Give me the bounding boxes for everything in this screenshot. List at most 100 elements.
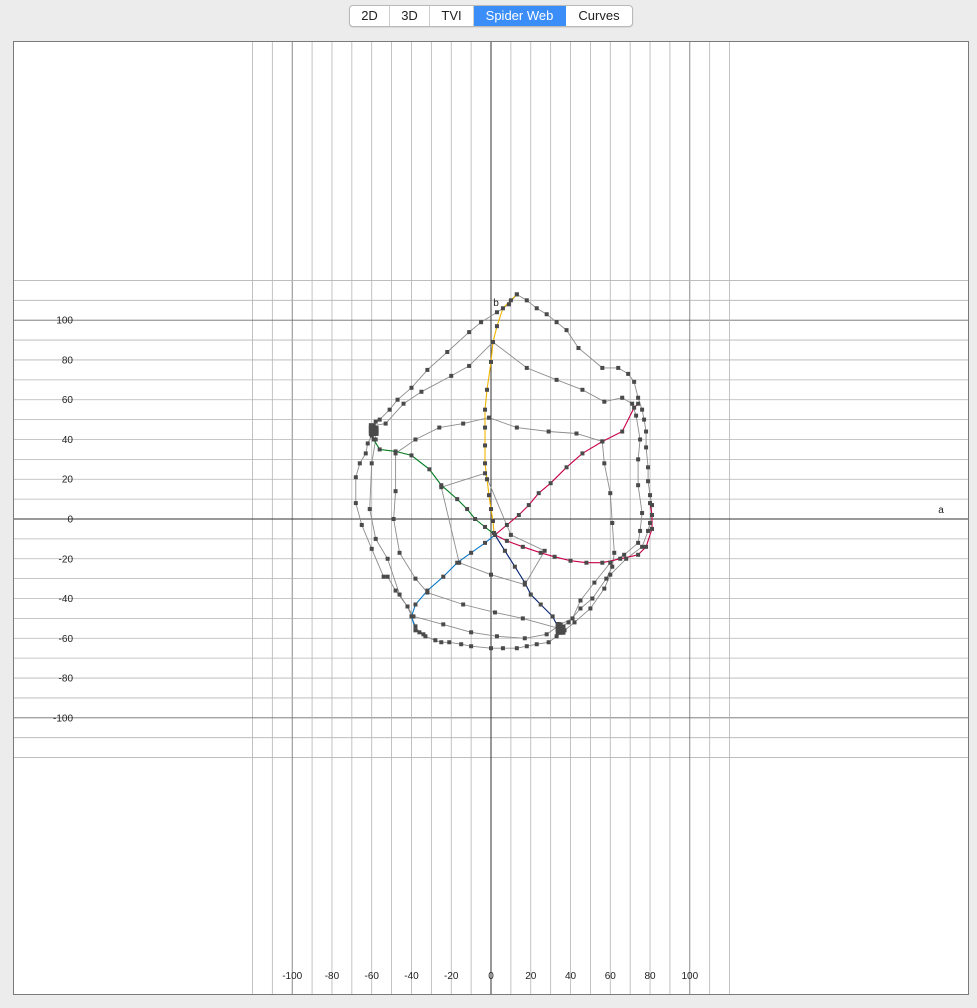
data-point	[461, 421, 466, 426]
data-point	[544, 632, 549, 637]
data-point	[425, 367, 430, 372]
data-point	[574, 431, 579, 436]
data-point	[636, 540, 641, 545]
data-point	[570, 616, 575, 621]
data-point	[564, 465, 569, 470]
data-point	[554, 377, 559, 382]
data-point	[514, 292, 519, 297]
data-point	[483, 461, 488, 466]
data-point	[644, 544, 649, 549]
data-point	[534, 306, 539, 311]
data-point	[600, 439, 605, 444]
data-point	[367, 507, 372, 512]
data-point	[504, 538, 509, 543]
data-point	[640, 544, 645, 549]
data-point	[566, 620, 571, 625]
y-tick-label: 0	[67, 515, 73, 526]
data-point	[580, 451, 585, 456]
data-point	[548, 481, 553, 486]
data-point	[413, 576, 418, 581]
data-point	[465, 507, 470, 512]
data-point	[459, 642, 464, 647]
x-tick-label: -80	[325, 971, 340, 982]
data-point	[449, 373, 454, 378]
data-point	[608, 572, 613, 577]
data-point	[425, 588, 430, 593]
data-point	[359, 522, 364, 527]
data-point	[353, 475, 358, 480]
data-point	[604, 576, 609, 581]
data-point	[445, 350, 450, 355]
data-point	[602, 586, 607, 591]
data-point	[536, 491, 541, 496]
spider-web-chart: -100 -80 -60 -40 -20 0 20 40 60 80 100 100 80 60 40 20 0…	[14, 42, 968, 994]
data-point	[483, 524, 488, 529]
data-point	[612, 550, 617, 555]
data-point	[489, 359, 493, 364]
data-point	[469, 644, 474, 649]
data-point	[417, 630, 422, 635]
y-tick-label: 20	[62, 475, 74, 486]
data-point	[512, 564, 517, 569]
data-point	[516, 513, 521, 518]
data-point	[461, 602, 466, 607]
tab-3d[interactable]: 3D	[390, 6, 430, 26]
data-point	[369, 461, 374, 466]
data-point	[636, 457, 641, 462]
data-point	[385, 574, 390, 579]
tab-spider-web[interactable]: Spider Web	[474, 6, 566, 26]
data-point	[580, 387, 585, 392]
data-point	[483, 425, 488, 430]
axes	[14, 42, 968, 994]
data-point	[483, 471, 488, 476]
data-point	[433, 638, 438, 643]
tab-tvi[interactable]: TVI	[430, 6, 474, 26]
data-point	[373, 536, 378, 541]
data-point	[485, 387, 490, 392]
data-point	[618, 556, 623, 561]
data-point	[538, 602, 543, 607]
data-point	[455, 497, 460, 502]
tab-curves[interactable]: Curves	[566, 6, 632, 26]
data-point	[467, 330, 472, 335]
data-point	[487, 415, 492, 420]
view-mode-segmented-control: 2D 3D TVI Spider Web Curves	[349, 5, 633, 27]
data-point	[377, 447, 382, 452]
data-point	[393, 449, 398, 454]
x-axis-label: a	[938, 505, 944, 516]
data-point	[357, 461, 362, 466]
data-point	[624, 556, 629, 561]
tick-labels: -100 -80 -60 -40 -20 0 20 40 60 80 100 100 80 60 40 20 0…	[53, 298, 944, 982]
tab-2d[interactable]: 2D	[350, 6, 390, 26]
data-point	[413, 602, 418, 607]
data-point	[620, 395, 625, 400]
data-point	[439, 483, 444, 488]
spoke-line-magenta	[494, 503, 653, 564]
cluster-point	[368, 423, 374, 429]
data-point	[455, 560, 460, 565]
data-point	[365, 441, 370, 446]
data-point	[409, 614, 414, 619]
data-point	[550, 614, 555, 619]
data-point	[377, 417, 382, 422]
data-point	[381, 574, 386, 579]
data-point	[576, 346, 581, 351]
data-point	[610, 520, 615, 525]
data-point	[608, 491, 613, 496]
x-tick-label: 40	[565, 971, 577, 982]
data-point	[469, 550, 474, 555]
data-point	[363, 451, 368, 456]
data-point	[353, 501, 358, 506]
data-point	[504, 522, 509, 527]
data-point	[494, 324, 499, 329]
plot-area: -100 -80 -60 -40 -20 0 20 40 60 80 100 100 80 60 40 20 0…	[13, 41, 969, 995]
data-point	[469, 630, 474, 635]
data-point	[590, 596, 595, 601]
data-point	[564, 328, 569, 333]
data-point	[644, 429, 649, 434]
x-tick-label: 20	[525, 971, 537, 982]
data-point	[401, 401, 406, 406]
data-point	[608, 560, 613, 565]
data-point	[636, 395, 641, 400]
data-point	[538, 550, 543, 555]
